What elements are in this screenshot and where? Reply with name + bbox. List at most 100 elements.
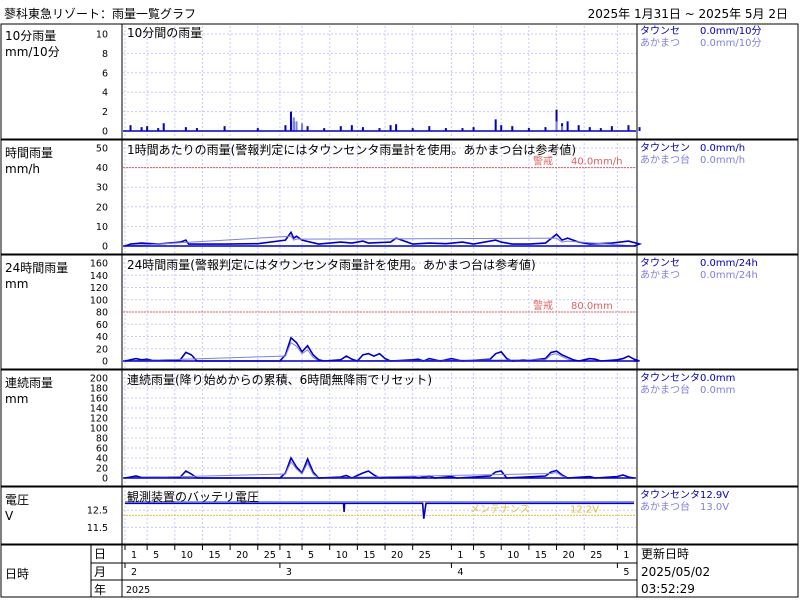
panel-label: 24時間雨量 [5, 261, 68, 275]
day-tick-label: 5 [480, 550, 486, 561]
day-tick-label: 25 [590, 550, 602, 561]
month-row-label: 月 [94, 565, 106, 579]
bar [284, 125, 287, 131]
series-line [124, 336, 640, 362]
y-tick-label: 60 [96, 444, 108, 455]
readout-value: 0.0mm/h [700, 155, 745, 166]
panel-label: 連続雨量 [5, 376, 53, 390]
day-tick-label: 15 [535, 550, 547, 561]
panel-unit: mm [5, 392, 28, 406]
y-tick-label: 20 [96, 344, 108, 355]
day-tick-label: 10 [181, 550, 193, 561]
panel-unit: mm/h [5, 162, 40, 176]
y-tick-label: 0 [102, 357, 108, 368]
y-tick-label: 140 [90, 404, 108, 415]
panel-pcum: 020406080100120140160180200 連続雨量 mm 連続雨量(降り… [1, 372, 798, 488]
bar [350, 125, 353, 131]
panel-unit: mm/10分 [5, 45, 60, 59]
panel-title: 1時間あたりの雨量(警報判定にはタウンセンタ雨量計を使用。あかまつ台は参考値) [127, 142, 576, 157]
panel-p10: 024681010分雨量mm/10分10分間の雨量 タウンセ 0.0mm/10分あか… [1, 25, 798, 141]
readout-value: 0.0mm/10分 [700, 37, 761, 49]
panel-unit: mm [5, 277, 28, 291]
bar [494, 119, 497, 131]
bar [292, 117, 295, 131]
panel-label: 電圧 [5, 493, 29, 507]
month-tick-label: 2 [131, 567, 137, 578]
day-tick-label: 5 [153, 550, 159, 561]
day-tick-label: 20 [563, 550, 575, 561]
bar [638, 127, 641, 131]
y-tick-label: 12.5 [87, 506, 108, 517]
day-tick-label: 1 [623, 550, 629, 561]
threshold-label: 警戒 [533, 299, 553, 312]
datetime-label: 日時 [5, 567, 29, 581]
bar [555, 121, 558, 131]
bar [162, 123, 165, 131]
series-2 [124, 461, 634, 479]
day-tick-label: 25 [419, 550, 431, 561]
y-tick-label: 140 [90, 271, 108, 282]
panel-pvolt: 11.5 12.5 電圧 V メンテナンス 12.2V 観測装置のバッテリ電圧 タウンセンタ 1… [1, 489, 798, 546]
readout-name: タウンセンタ [640, 489, 700, 501]
y-tick-label: 20 [96, 202, 108, 213]
panel-p24: 0 20406080 100120140160 24時間雨量 mm 警戒 80.0mm 24時… [1, 257, 798, 371]
y-tick-label: 8 [102, 49, 108, 60]
panel-title: 連続雨量(降り始めからの累積、6時間無降雨でリセット) [127, 372, 432, 387]
y-tick-label: 0 [102, 127, 108, 138]
threshold-value: 80.0mm [571, 301, 613, 312]
readout-value: 0.0mm/24h [700, 270, 758, 281]
readout-value: 0.0mm/h [700, 143, 745, 154]
y-tick-label: 40 [96, 332, 108, 343]
bar [301, 123, 304, 131]
series-1 [124, 336, 640, 362]
y-tick-label: 120 [90, 283, 108, 294]
y-tick-label: 10 [96, 222, 108, 233]
day-tick-label: 10 [336, 550, 348, 561]
day-tick-label: 15 [363, 550, 375, 561]
series-2 [292, 117, 564, 131]
panel-title: 10分間の雨量 [127, 26, 202, 40]
bar [577, 125, 580, 131]
y-tick-label: 100 [90, 424, 108, 435]
y-tick-label: 40 [96, 454, 108, 465]
series-line [125, 502, 634, 519]
series-1 [125, 502, 634, 519]
readout-name: あかまつ台 [640, 383, 690, 396]
y-tick-label: 160 [90, 259, 108, 270]
y-tick-label: 160 [90, 394, 108, 405]
y-tick-label: 80 [96, 308, 108, 319]
day-tick-label: 20 [236, 550, 248, 561]
grid [123, 26, 636, 138]
bar [129, 125, 132, 131]
bar [295, 121, 298, 131]
year-row-label: 年 [94, 583, 106, 597]
readout-name: タウンセンタ [640, 372, 700, 384]
rainfall-chart: 024681010分雨量mm/10分10分間の雨量 タウンセ 0.0mm/10分あか… [0, 23, 799, 598]
updated-label: 更新日時 [641, 546, 689, 561]
y-tick-label: 40 [96, 163, 108, 174]
month-tick-label: 5 [623, 567, 629, 578]
readout-name: あかまつ [640, 269, 680, 281]
y-tick-label: 10 [96, 30, 108, 41]
bar [395, 124, 398, 131]
y-tick-label: 0 [102, 474, 108, 485]
readout-name: あかまつ台 [640, 500, 690, 513]
y-tick-label: 180 [90, 384, 108, 395]
panel-p1h: 01020304050時間雨量mm/h 警戒 40.0mm/h1時間あたりの雨量(警… [1, 142, 798, 256]
readout-name: あかまつ台 [640, 153, 690, 166]
readout-value: 0.0mm [700, 385, 735, 396]
readout-name: あかまつ [640, 37, 680, 49]
readout-name: タウンセ [640, 257, 680, 269]
day-tick-label: 10 [507, 550, 519, 561]
series-line [124, 461, 634, 479]
bar [389, 125, 392, 131]
day-tick-label: 1 [457, 550, 463, 561]
threshold-label: メンテナンス [470, 503, 530, 515]
readout-name: タウンセン [640, 142, 690, 154]
y-tick-label: 30 [96, 183, 108, 194]
y-tick-label: 120 [90, 414, 108, 425]
threshold-value: 40.0mm/h [571, 157, 622, 168]
y-tick-label: 60 [96, 320, 108, 331]
bar [566, 121, 569, 131]
y-tick-label: 80 [96, 434, 108, 445]
